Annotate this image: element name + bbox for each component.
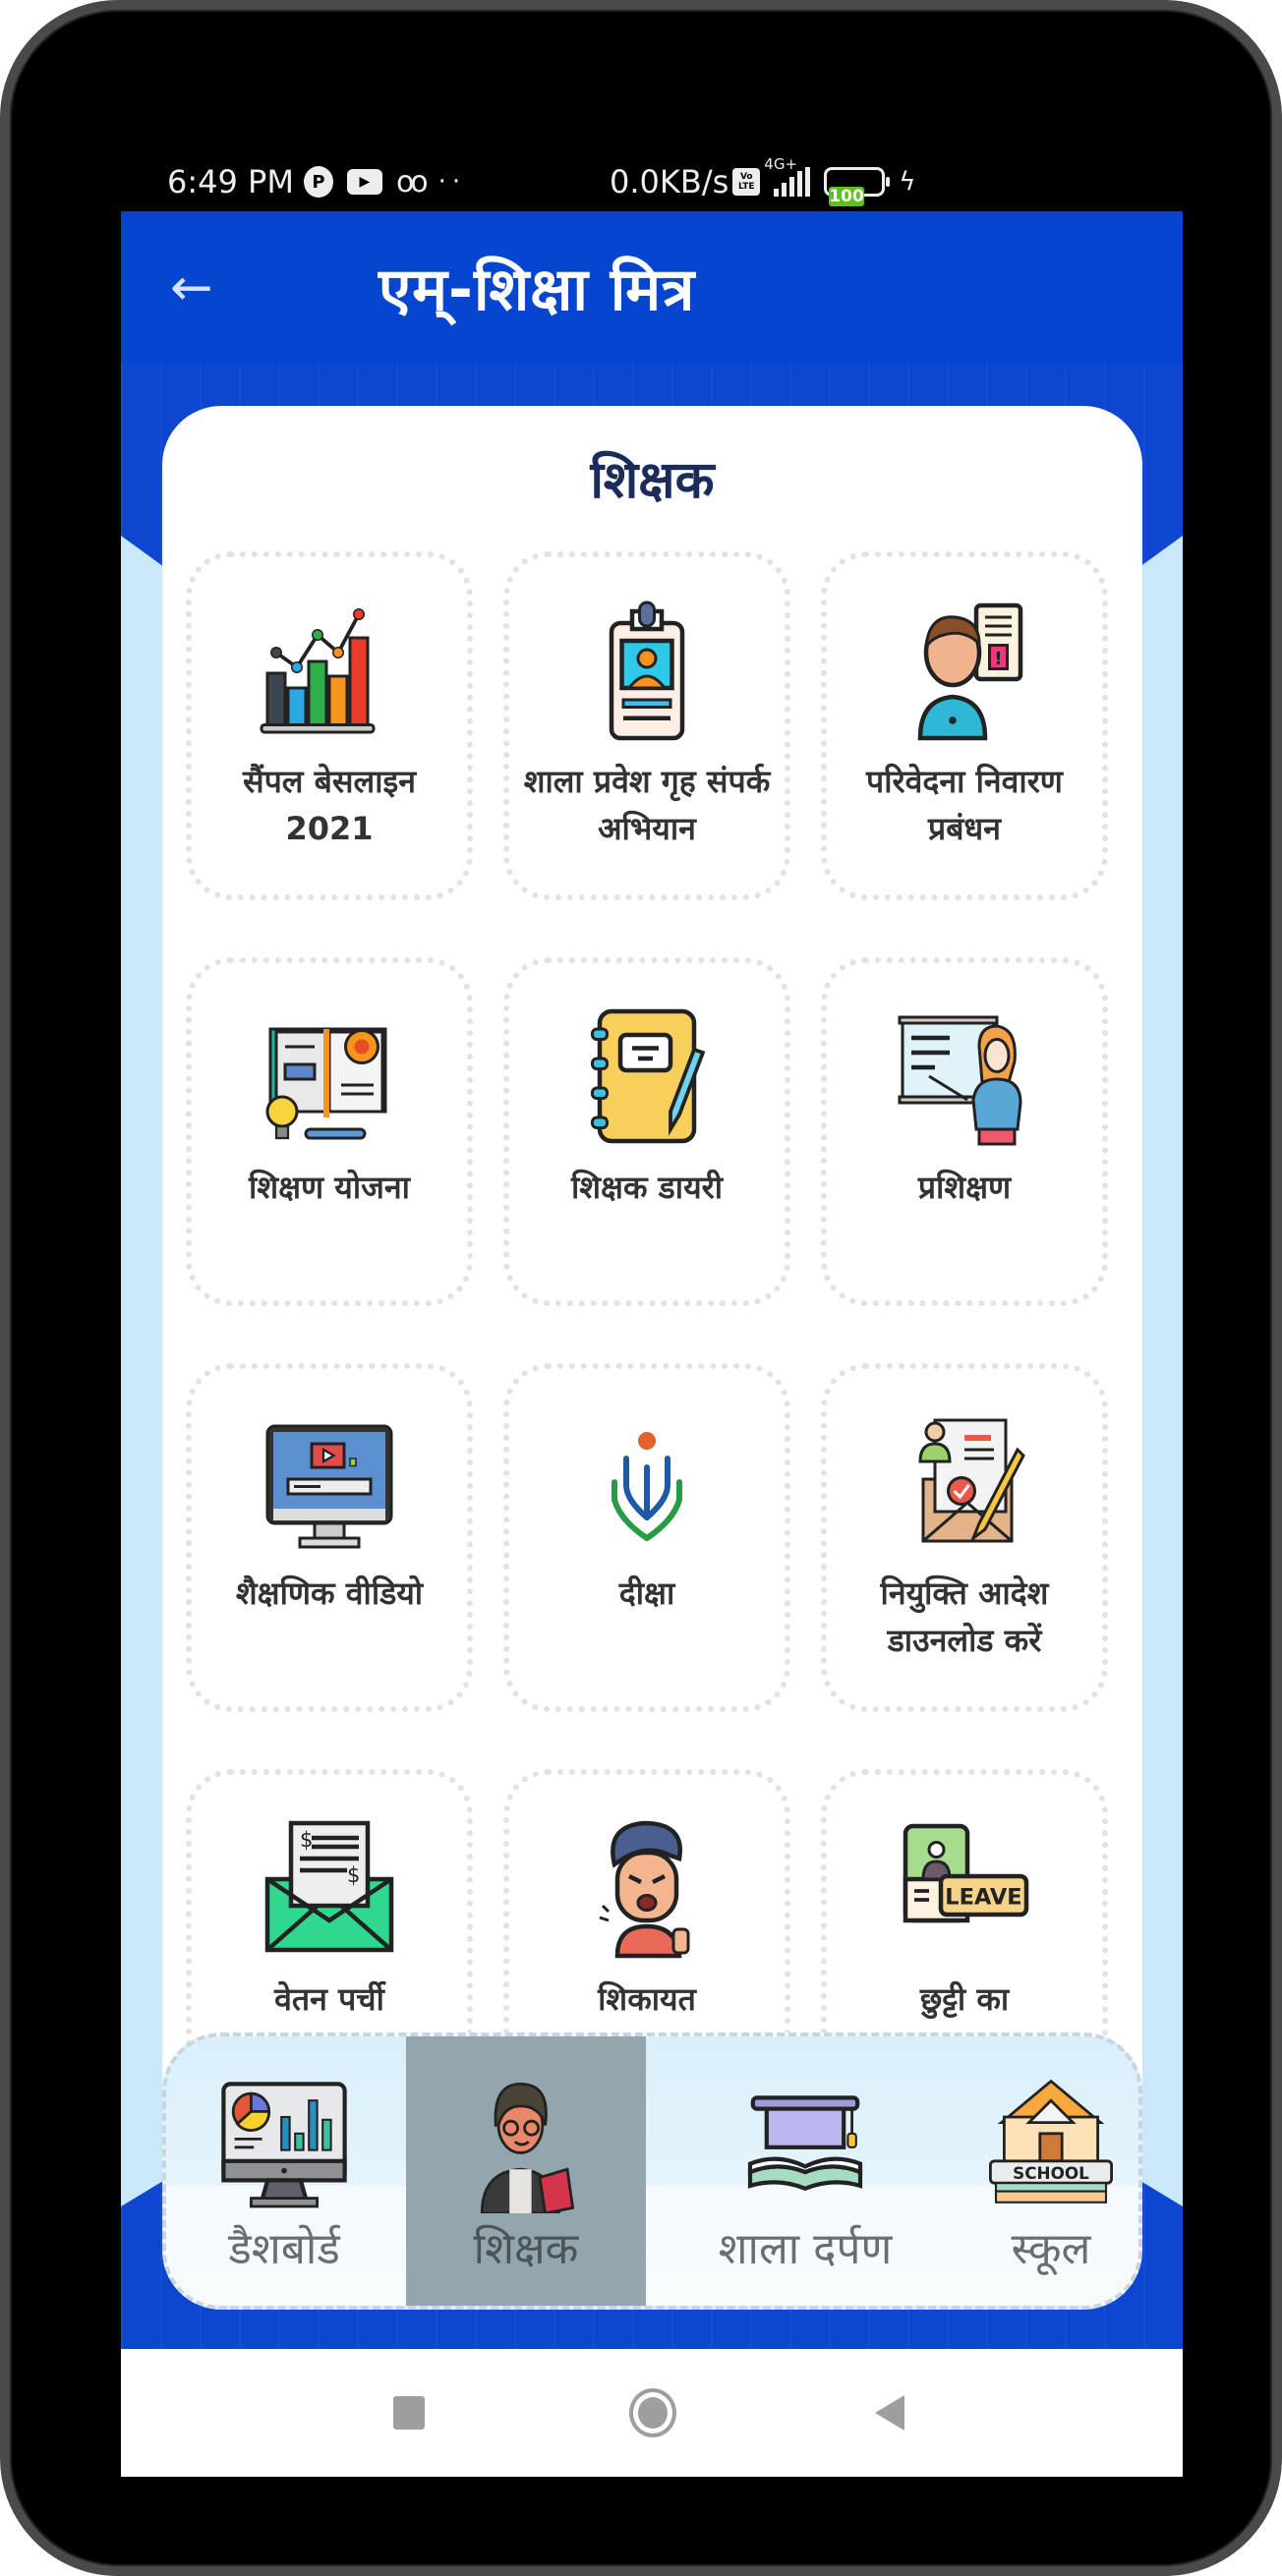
menu-card: शिक्षक सैंपल बेसलाइन 2021 शाला प्रवेश गृ…: [162, 406, 1142, 2234]
tile-label: शिकायत: [598, 1980, 696, 2018]
nav-shala-darpan[interactable]: शाला दर्पण: [677, 2036, 933, 2306]
salary-slip-icon: $ $: [256, 1814, 403, 1962]
network-type: 4G+: [764, 155, 798, 173]
app-screen: ← एम्-शिक्षा मित्र शिक्षक सैंपल बेसलाइन …: [121, 211, 1183, 2477]
lesson-plan-icon: [256, 1002, 403, 1150]
complaint-person-icon: [573, 1814, 721, 1962]
home-icon[interactable]: [629, 2388, 676, 2437]
tile-training[interactable]: प्रशिक्षण: [821, 957, 1108, 1306]
tile-label: नियुक्ति आदेश डाउनलोड करें: [880, 1574, 1049, 1659]
tile-label: शैक्षणिक वीडियो: [235, 1574, 424, 1612]
notification-app-icon: P: [303, 166, 333, 198]
graduation-book-icon: [736, 2076, 874, 2213]
status-time: 6:49 PM: [167, 163, 294, 200]
app-title: एम्-शिक्षा मित्र: [379, 256, 696, 324]
tile-label: शाला प्रवेश गृह संपर्क अभियान: [523, 763, 771, 847]
bar-chart-icon: [256, 597, 403, 744]
back-arrow-icon[interactable]: ←: [170, 260, 229, 319]
tile-lesson-plan[interactable]: शिक्षण योजना: [186, 957, 473, 1306]
status-bar: 6:49 PM P ▶ oo ·· 0.0KB/s Vo LTE 4G+ 100 …: [167, 155, 1150, 206]
bottom-navigation: डैशबोर्ड शिक्षक शाला दर्पण SCHOOL स्कूल: [162, 2032, 1142, 2310]
video-monitor-icon: [256, 1408, 403, 1556]
more-notifications-icon: ··: [437, 167, 467, 197]
svg-text:LEAVE: LEAVE: [945, 1885, 1021, 1911]
tile-label: छुट्टी का: [919, 1980, 1010, 2018]
youtube-icon: ▶: [346, 169, 382, 195]
nav-label: शाला दर्पण: [718, 2224, 893, 2274]
leave-icon: LEAVE: [891, 1814, 1038, 1962]
battery-icon: 100: [824, 167, 891, 206]
tile-label: शिक्षक डायरी: [570, 1169, 724, 1206]
id-badge-icon: [573, 597, 721, 744]
signal-icon: 4G+: [764, 155, 811, 197]
tile-label: परिवेदना निवारण प्रबंधन: [866, 763, 1063, 847]
nav-teacher[interactable]: शिक्षक: [406, 2036, 646, 2306]
tile-label: सैंपल बेसलाइन 2021: [242, 763, 416, 847]
training-board-icon: [891, 1002, 1038, 1150]
nav-label: डैशबोर्ड: [228, 2224, 340, 2274]
diary-icon: [573, 1002, 721, 1150]
appointment-letter-icon: [891, 1408, 1038, 1556]
tile-shala-pravesh[interactable]: शाला प्रवेश गृह संपर्क अभियान: [503, 551, 790, 900]
tile-teacher-diary[interactable]: शिक्षक डायरी: [503, 957, 790, 1306]
recent-apps-icon[interactable]: [393, 2396, 425, 2430]
app-bar: ← एम्-शिक्षा मित्र: [121, 211, 1183, 364]
grievance-person-icon: !: [891, 597, 1038, 744]
nav-label: स्कूल: [1011, 2224, 1091, 2274]
svg-text:SCHOOL: SCHOOL: [1013, 2163, 1089, 2183]
school-building-icon: SCHOOL: [982, 2076, 1120, 2213]
tile-sample-baseline[interactable]: सैंपल बेसलाइन 2021: [186, 551, 473, 900]
voicemail-icon: oo: [395, 164, 429, 200]
tile-educational-video[interactable]: शैक्षणिक वीडियो: [186, 1363, 473, 1712]
battery-level: 100: [829, 187, 864, 206]
tile-label: शिक्षण योजना: [249, 1169, 410, 1206]
system-navigation-bar: [121, 2349, 1183, 2477]
svg-text:$: $: [300, 1828, 313, 1852]
tile-appointment-order[interactable]: नियुक्ति आदेश डाउनलोड करें: [821, 1363, 1108, 1712]
diksha-logo-icon: [573, 1408, 721, 1556]
nav-dashboard[interactable]: डैशबोर्ड: [166, 2036, 402, 2306]
nav-school[interactable]: SCHOOL स्कूल: [953, 2036, 1138, 2306]
volte-icon: Vo LTE: [732, 168, 761, 196]
phone-frame: 6:49 PM P ▶ oo ·· 0.0KB/s Vo LTE 4G+ 100 …: [0, 0, 1282, 2576]
charging-icon: ϟ: [899, 167, 916, 197]
svg-text:!: !: [994, 649, 1002, 669]
network-speed: 0.0KB/s: [610, 163, 729, 200]
svg-text:$: $: [347, 1863, 360, 1887]
nav-label: शिक्षक: [473, 2224, 579, 2274]
tile-label: प्रशिक्षण: [917, 1169, 1012, 1206]
back-triangle-icon[interactable]: [875, 2395, 904, 2431]
tile-label: दीक्षा: [618, 1574, 675, 1612]
tile-diksha[interactable]: दीक्षा: [503, 1363, 790, 1712]
dashboard-monitor-icon: [215, 2076, 353, 2213]
teacher-icon: [457, 2076, 595, 2215]
section-title: शिक्षक: [590, 451, 715, 510]
tile-grievance[interactable]: ! परिवेदना निवारण प्रबंधन: [821, 551, 1108, 900]
tile-label: वेतन पर्ची: [274, 1980, 384, 2018]
